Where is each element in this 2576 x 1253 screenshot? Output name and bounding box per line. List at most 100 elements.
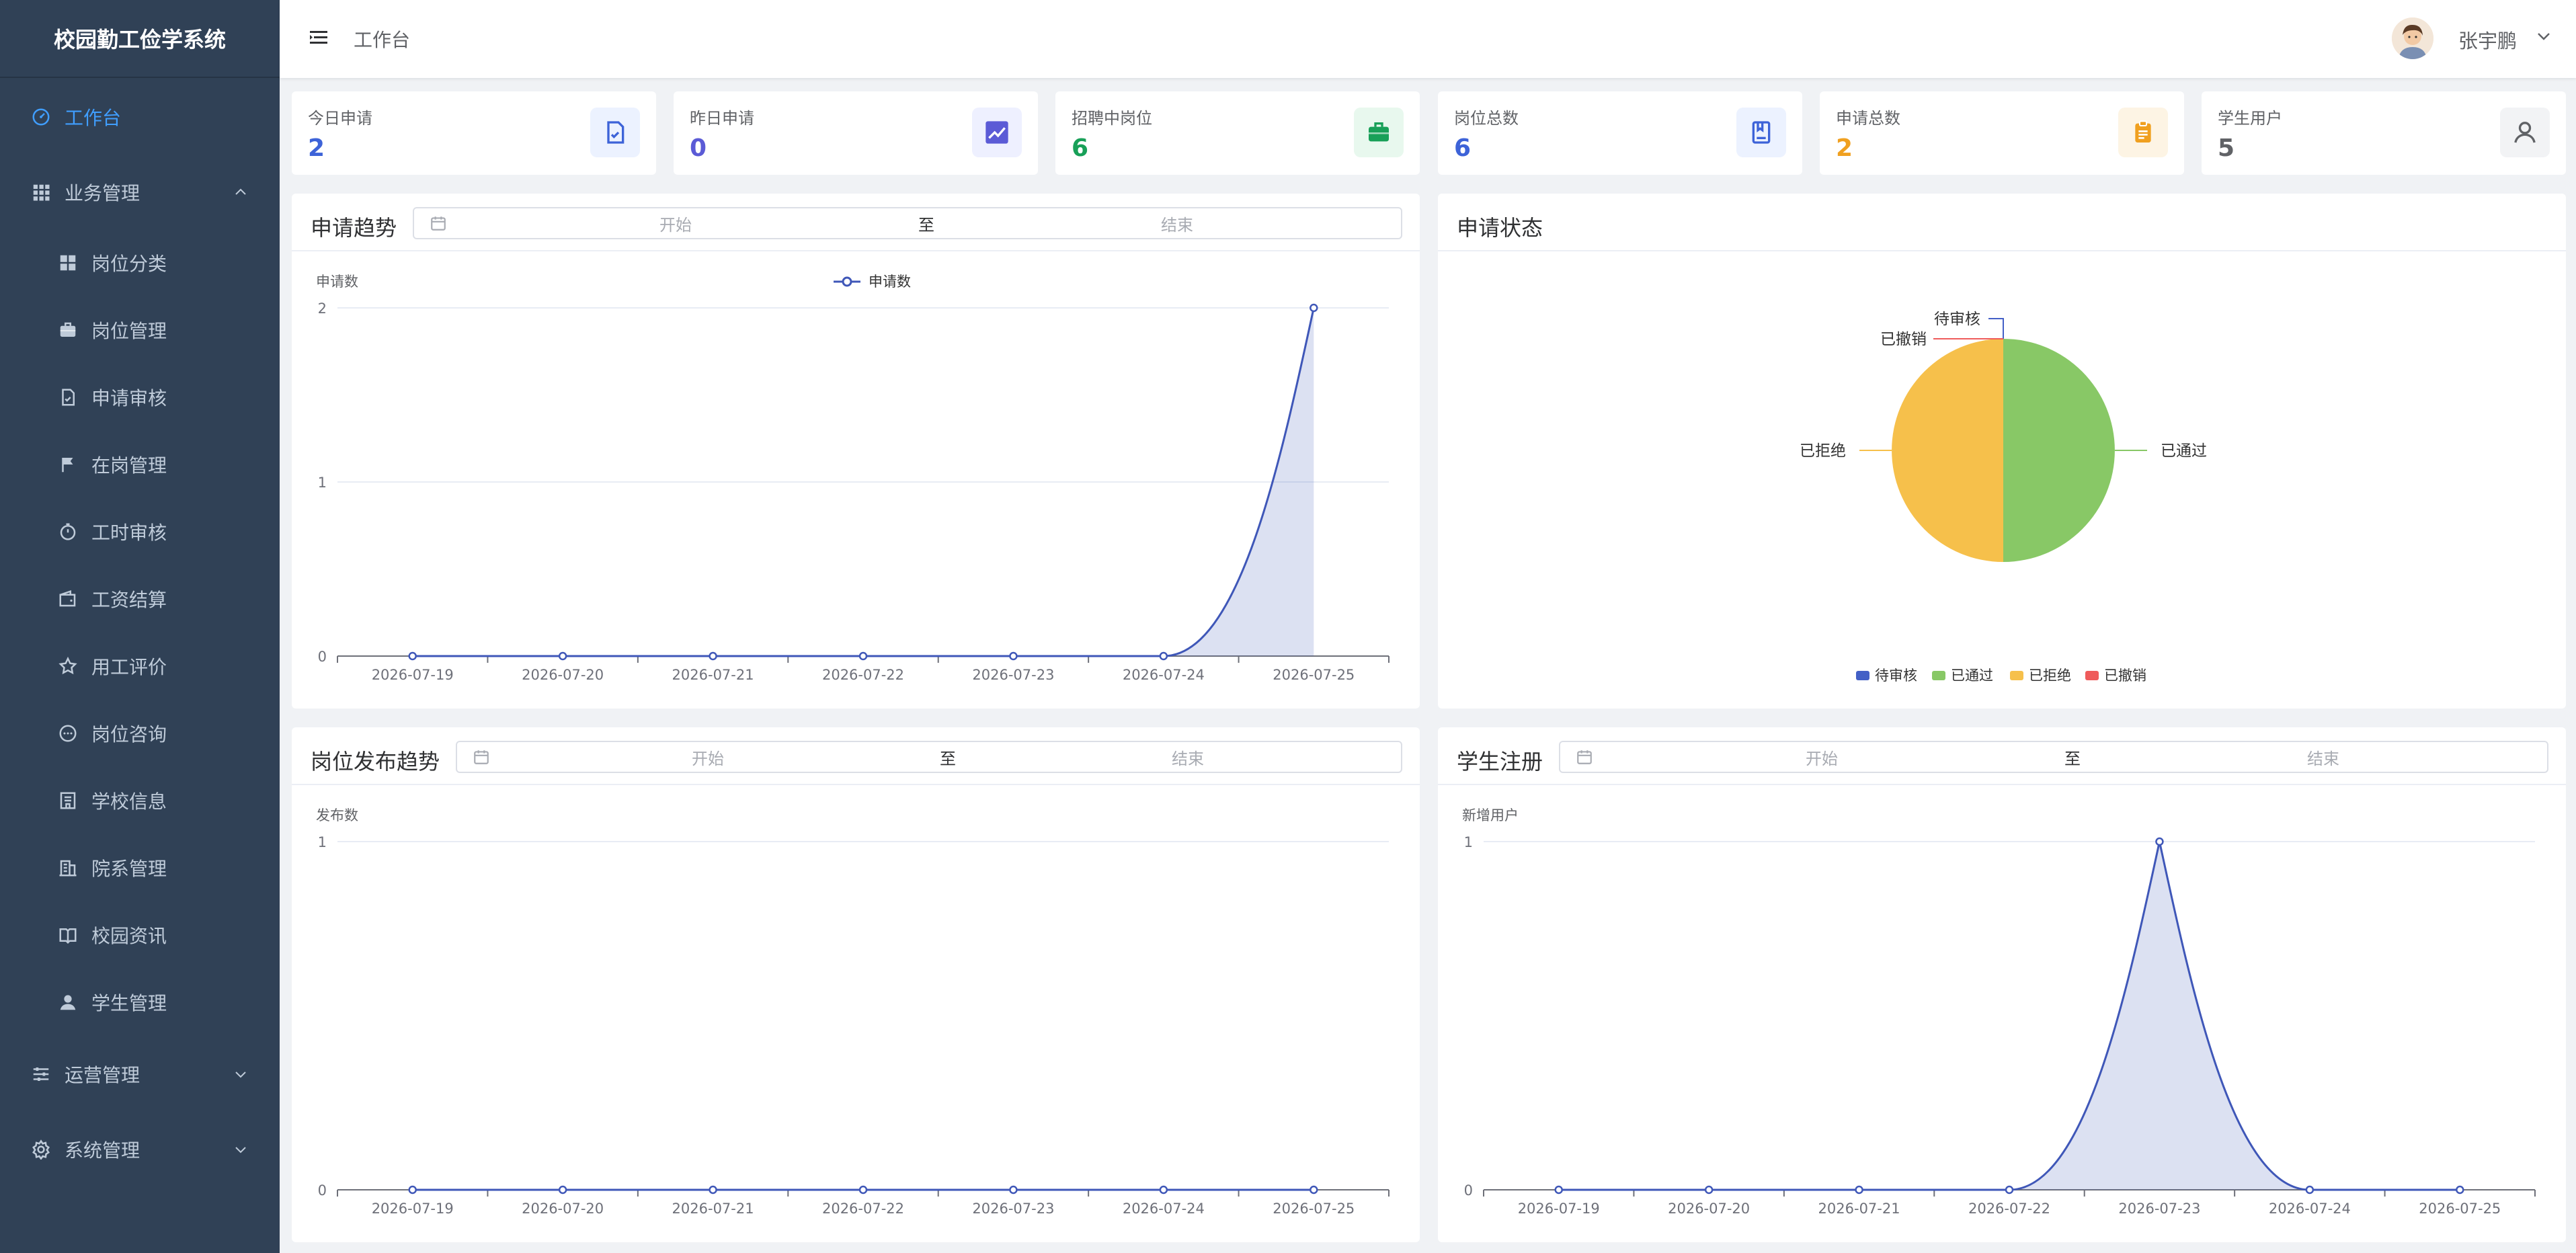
sidebar-item-8[interactable]: 工资结算 [0, 565, 280, 633]
sidebar-item-7[interactable]: 工时审核 [0, 498, 280, 565]
sidebar-item-12[interactable]: 院系管理 [0, 834, 280, 901]
pie-label: 已拒绝 [1800, 442, 1846, 460]
sidebar-item-label: 岗位管理 [91, 320, 167, 342]
sidebar-item-label: 学生管理 [91, 992, 167, 1014]
sidebar-item-9[interactable]: 用工评价 [0, 633, 280, 700]
date-range-picker[interactable]: 开始 至 结束 [1559, 741, 2548, 773]
date-range-picker[interactable]: 开始 至 结束 [413, 207, 1402, 239]
sidebar-item-1[interactable]: 工作台 [0, 83, 280, 151]
data-point [709, 651, 717, 661]
sidebar-item-15[interactable]: 运营管理 [0, 1041, 280, 1108]
sidebar-item-label: 工时审核 [91, 522, 167, 544]
sidebar-item-11[interactable]: 学校信息 [0, 767, 280, 834]
end-date-input[interactable]: 结束 [975, 745, 1401, 769]
post-trend-panel: 岗位发布趋势 开始 至 结束 发布数 0 1 2026-07-19 2026-07-20… [292, 727, 1420, 1242]
range-separator: 至 [918, 215, 934, 235]
reading-icon [56, 924, 79, 946]
sidebar-item-10[interactable]: 岗位咨询 [0, 700, 280, 767]
y-axis-label: 新增用户 [1462, 807, 1519, 823]
x-tick-label: 2026-07-21 [1818, 1201, 1900, 1217]
start-date-input[interactable]: 开始 [1598, 745, 2046, 769]
data-point [1554, 1185, 1563, 1195]
sidebar-item-13[interactable]: 校园资讯 [0, 901, 280, 969]
sidebar-item-label: 用工评价 [91, 656, 167, 678]
x-tick-label: 2026-07-23 [972, 667, 1054, 683]
x-tick-label: 2026-07-24 [1123, 1201, 1205, 1217]
chevron-down-icon[interactable] [2534, 27, 2553, 46]
date-range-picker[interactable]: 开始 至 结束 [456, 741, 1402, 773]
chevron-down-icon [235, 1072, 246, 1078]
data-point [1009, 651, 1018, 661]
panel-header: 岗位发布趋势 开始 至 结束 [292, 727, 1420, 785]
dashboard-icon [30, 106, 52, 128]
stat-label: 学生用户 [2218, 109, 2282, 128]
sidebar-item-5[interactable]: 申请审核 [0, 364, 280, 431]
stat-card[interactable]: 申请总数 2 [1820, 91, 2184, 175]
stat-label: 招聘中岗位 [1072, 109, 1152, 128]
briefcase-icon [1354, 108, 1404, 157]
sidebar-item-label: 运营管理 [65, 1064, 140, 1086]
sidebar-item-label: 校园资讯 [91, 925, 167, 947]
stat-value: 2 [1836, 134, 1853, 162]
x-tick-label: 2026-07-25 [1273, 667, 1355, 683]
stat-card[interactable]: 岗位总数 6 [1438, 91, 1802, 175]
data-point [1704, 1185, 1714, 1195]
x-tick-label: 2026-07-22 [822, 1201, 904, 1217]
legend-swatch [2085, 671, 2099, 680]
calendar-icon [425, 210, 452, 237]
x-tick-label: 2026-07-20 [522, 1201, 604, 1217]
apply-status-chart: 已通过已拒绝待审核已撤销待审核 已通过 已拒绝 已撤销 [1800, 311, 2207, 684]
stat-card[interactable]: 昨日申请 0 [674, 91, 1038, 175]
sidebar-item-16[interactable]: 系统管理 [0, 1116, 280, 1183]
post-trend-chart: 发布数 0 1 2026-07-19 2026-07-20 2026-07-21 2026-… [316, 807, 1390, 1217]
stat-card[interactable]: 招聘中岗位 6 [1055, 91, 1420, 175]
sidebar-item-6[interactable]: 在岗管理 [0, 431, 280, 498]
star-icon [56, 655, 79, 678]
end-date-input[interactable]: 结束 [953, 212, 1401, 235]
calendar-icon [468, 743, 495, 770]
panel-title: 岗位发布趋势 [311, 749, 440, 774]
apply-trend-panel: 申请趋势 开始 至 结束 申请数 0 1 2 2026-07-19 2026-07-20 2… [292, 194, 1420, 709]
x-tick-label: 2026-07-23 [2118, 1201, 2200, 1217]
end-date-input[interactable]: 结束 [2099, 745, 2547, 769]
x-tick-label: 2026-07-20 [522, 667, 604, 683]
menu-toggle-icon[interactable] [308, 27, 329, 48]
sidebar-item-label: 申请审核 [91, 387, 167, 409]
notebook-icon [1736, 108, 1786, 157]
range-separator: 至 [2064, 749, 2081, 768]
stat-card[interactable]: 今日申请 2 [292, 91, 656, 175]
stat-value: 5 [2218, 134, 2235, 162]
data-point [1009, 1185, 1018, 1195]
y-tick-label: 0 [318, 1182, 327, 1199]
sidebar-item-4[interactable]: 岗位管理 [0, 296, 280, 364]
grid-icon [30, 181, 52, 204]
data-point [1310, 1185, 1318, 1195]
pie-slice [1892, 339, 2003, 562]
series-area [1558, 842, 2460, 1190]
sidebar-item-label: 在岗管理 [91, 454, 167, 477]
user-name[interactable]: 张宇鹏 [2458, 26, 2517, 54]
sidebar-item-2[interactable]: 业务管理 [0, 159, 280, 226]
y-tick-label: 2 [318, 300, 327, 317]
start-date-input[interactable]: 开始 [495, 745, 921, 769]
avatar[interactable] [2392, 17, 2433, 59]
data-point [408, 651, 417, 661]
panel-title: 学生注册 [1457, 749, 1543, 774]
panel-header: 申请趋势 开始 至 结束 [292, 194, 1420, 251]
x-tick-label: 2026-07-23 [972, 1201, 1054, 1217]
stat-label: 昨日申请 [690, 109, 754, 128]
data-point [858, 651, 868, 661]
y-tick-label: 1 [1464, 834, 1473, 850]
sidebar-item-label: 岗位咨询 [91, 723, 167, 745]
sidebar-item-label: 院系管理 [91, 858, 167, 880]
top-header: 工作台 张宇鹏 [280, 0, 2576, 78]
start-date-input[interactable]: 开始 [452, 212, 899, 235]
sidebar-item-14[interactable]: 学生管理 [0, 969, 280, 1036]
panel-header: 学生注册 开始 至 结束 [1438, 727, 2566, 785]
chevron-down-icon [235, 1147, 246, 1154]
stat-card[interactable]: 学生用户 5 [2202, 91, 2566, 175]
sidebar-item-3[interactable]: 岗位分类 [0, 229, 280, 296]
sidebar-item-label: 系统管理 [65, 1139, 140, 1162]
trend-chart-icon [972, 108, 1022, 157]
legend-swatch [2010, 671, 2023, 680]
